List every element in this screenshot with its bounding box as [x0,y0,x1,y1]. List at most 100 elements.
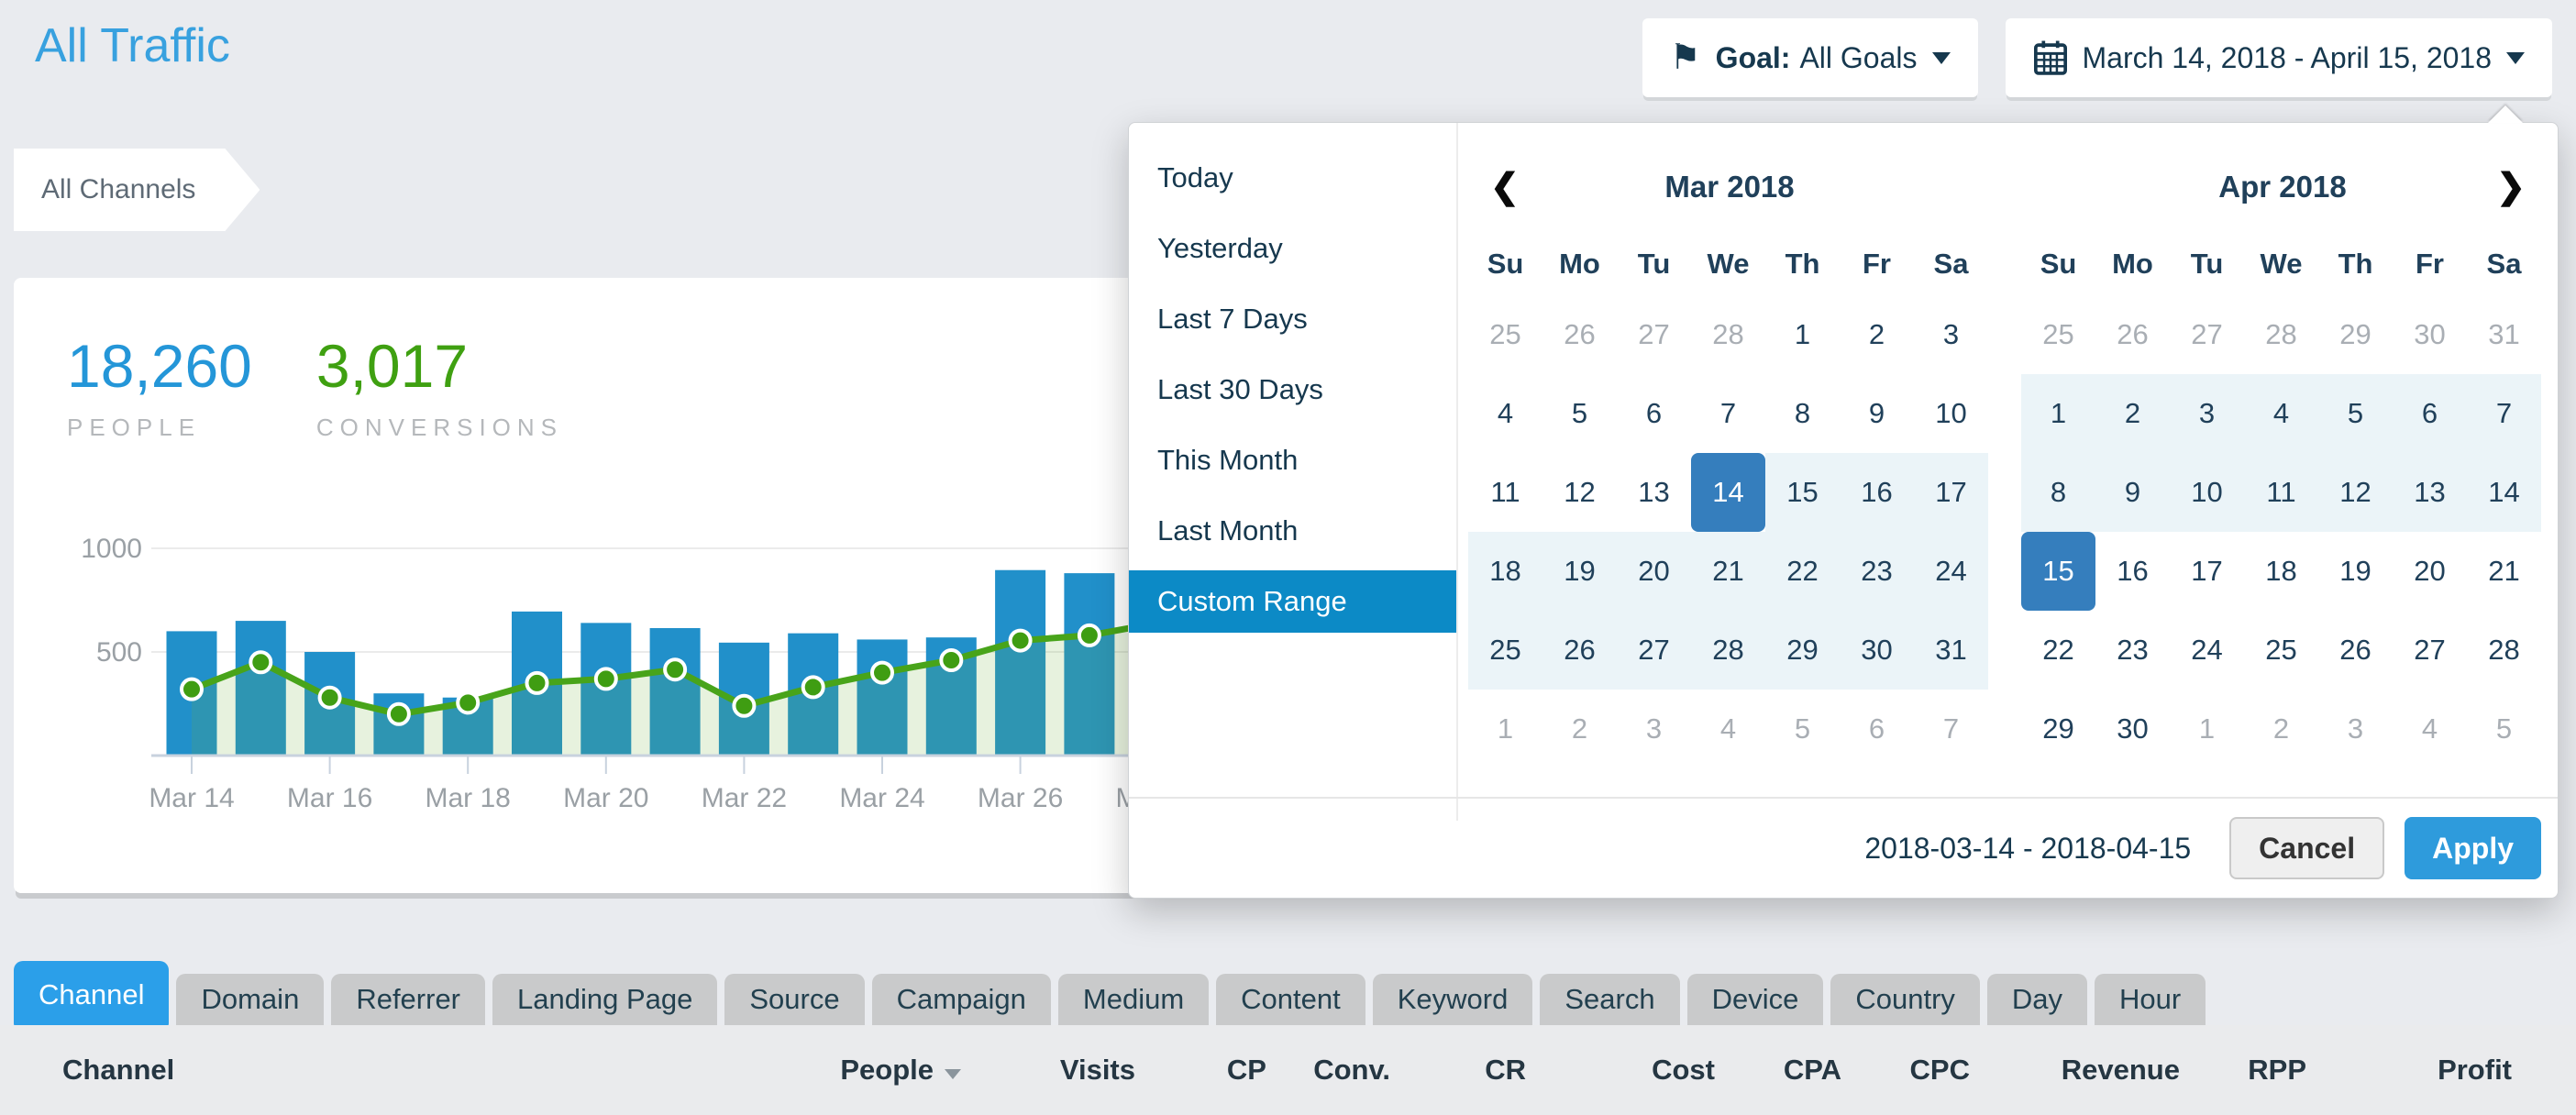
day-cell[interactable]: 19 [1542,532,1617,611]
day-cell[interactable]: 26 [2095,295,2170,374]
day-cell[interactable]: 24 [2170,611,2244,690]
day-cell[interactable]: 26 [2318,611,2393,690]
conversions-point[interactable] [320,688,340,708]
conversions-point[interactable] [665,659,685,679]
day-cell[interactable]: 16 [1840,453,1914,532]
day-cell[interactable]: 30 [2095,690,2170,768]
day-cell[interactable]: 6 [1840,690,1914,768]
day-cell[interactable]: 20 [1617,532,1691,611]
day-cell[interactable]: 11 [2244,453,2318,532]
day-cell[interactable]: 2 [2244,690,2318,768]
day-cell[interactable]: 28 [2467,611,2541,690]
chevron-right-icon[interactable]: ❯ [2496,170,2526,204]
tab-medium[interactable]: Medium [1058,974,1209,1025]
day-cell[interactable]: 29 [1765,611,1840,690]
goal-selector-button[interactable]: ⚑ Goal: All Goals [1642,18,1978,97]
tab-domain[interactable]: Domain [176,974,324,1025]
day-cell[interactable]: 15 [1765,453,1840,532]
day-cell[interactable]: 13 [1617,453,1691,532]
range-option-last-7-days[interactable]: Last 7 Days [1129,288,1456,350]
day-cell[interactable]: 26 [1542,611,1617,690]
column-header-channel[interactable]: Channel [62,1054,768,1087]
day-cell[interactable]: 20 [2393,532,2467,611]
day-cell[interactable]: 27 [2393,611,2467,690]
day-cell[interactable]: 12 [2318,453,2393,532]
column-header-conv[interactable]: Conv. [1266,1054,1390,1087]
day-cell[interactable]: 9 [2095,453,2170,532]
day-cell[interactable]: 25 [2021,295,2095,374]
day-cell[interactable]: 4 [1468,374,1542,453]
day-cell[interactable]: 10 [1914,374,1988,453]
day-cell[interactable]: 9 [1840,374,1914,453]
day-cell[interactable]: 30 [1840,611,1914,690]
apply-button[interactable]: Apply [2405,817,2541,879]
day-cell[interactable]: 31 [1914,611,1988,690]
day-cell[interactable]: 25 [2244,611,2318,690]
column-header-visits[interactable]: Visits [961,1054,1135,1087]
conversions-point[interactable] [1079,625,1100,646]
day-cell[interactable]: 7 [2467,374,2541,453]
column-header-profit[interactable]: Profit [2306,1054,2512,1087]
day-cell[interactable]: 28 [2244,295,2318,374]
cancel-button[interactable]: Cancel [2229,817,2384,879]
day-cell[interactable]: 5 [2318,374,2393,453]
day-cell[interactable]: 2 [1542,690,1617,768]
tab-country[interactable]: Country [1830,974,1980,1025]
conversions-point[interactable] [941,650,961,670]
day-cell[interactable]: 11 [1468,453,1542,532]
day-cell[interactable]: 26 [1542,295,1617,374]
column-header-rpp[interactable]: RPP [2180,1054,2306,1087]
day-cell[interactable]: 22 [2021,611,2095,690]
conversions-point[interactable] [458,692,478,712]
day-cell[interactable]: 19 [2318,532,2393,611]
conversions-point[interactable] [250,652,271,672]
day-cell[interactable]: 18 [1468,532,1542,611]
day-cell[interactable]: 25 [1468,611,1542,690]
day-cell[interactable]: 15 [2021,532,2095,611]
range-option-this-month[interactable]: This Month [1129,429,1456,491]
range-option-last-month[interactable]: Last Month [1129,500,1456,562]
conversions-point[interactable] [803,677,824,697]
day-cell[interactable]: 13 [2393,453,2467,532]
day-cell[interactable]: 2 [2095,374,2170,453]
day-cell[interactable]: 17 [2170,532,2244,611]
conversions-point[interactable] [527,673,547,693]
column-header-people[interactable]: People [768,1054,961,1087]
tab-keyword[interactable]: Keyword [1373,974,1533,1025]
day-cell[interactable]: 25 [1468,295,1542,374]
day-cell[interactable]: 18 [2244,532,2318,611]
day-cell[interactable]: 3 [2170,374,2244,453]
tab-campaign[interactable]: Campaign [872,974,1051,1025]
conversions-point[interactable] [389,704,409,724]
day-cell[interactable]: 22 [1765,532,1840,611]
day-cell[interactable]: 8 [1765,374,1840,453]
day-cell[interactable]: 3 [1617,690,1691,768]
tab-content[interactable]: Content [1216,974,1365,1025]
day-cell[interactable]: 12 [1542,453,1617,532]
tab-device[interactable]: Device [1687,974,1824,1025]
day-cell[interactable]: 2 [1840,295,1914,374]
column-header-cr[interactable]: CR [1390,1054,1526,1087]
day-cell[interactable]: 29 [2021,690,2095,768]
day-cell[interactable]: 7 [1914,690,1988,768]
day-cell[interactable]: 6 [1617,374,1691,453]
day-cell[interactable]: 27 [2170,295,2244,374]
chevron-left-icon[interactable]: ❮ [1490,170,1520,204]
conversions-point[interactable] [734,696,754,716]
column-header-cpc[interactable]: CPC [1841,1054,1970,1087]
tab-referrer[interactable]: Referrer [331,974,485,1025]
day-cell[interactable]: 17 [1914,453,1988,532]
range-option-yesterday[interactable]: Yesterday [1129,217,1456,280]
range-option-custom-range[interactable]: Custom Range [1129,570,1456,633]
day-cell[interactable]: 1 [1468,690,1542,768]
column-header-cpa[interactable]: CPA [1715,1054,1841,1087]
day-cell[interactable]: 5 [1765,690,1840,768]
tab-search[interactable]: Search [1540,974,1679,1025]
day-cell[interactable]: 4 [1691,690,1765,768]
tab-day[interactable]: Day [1987,974,2087,1025]
day-cell[interactable]: 4 [2244,374,2318,453]
conversions-point[interactable] [596,668,616,689]
range-option-today[interactable]: Today [1129,147,1456,209]
column-header-cp[interactable]: CP [1135,1054,1266,1087]
day-cell[interactable]: 28 [1691,611,1765,690]
